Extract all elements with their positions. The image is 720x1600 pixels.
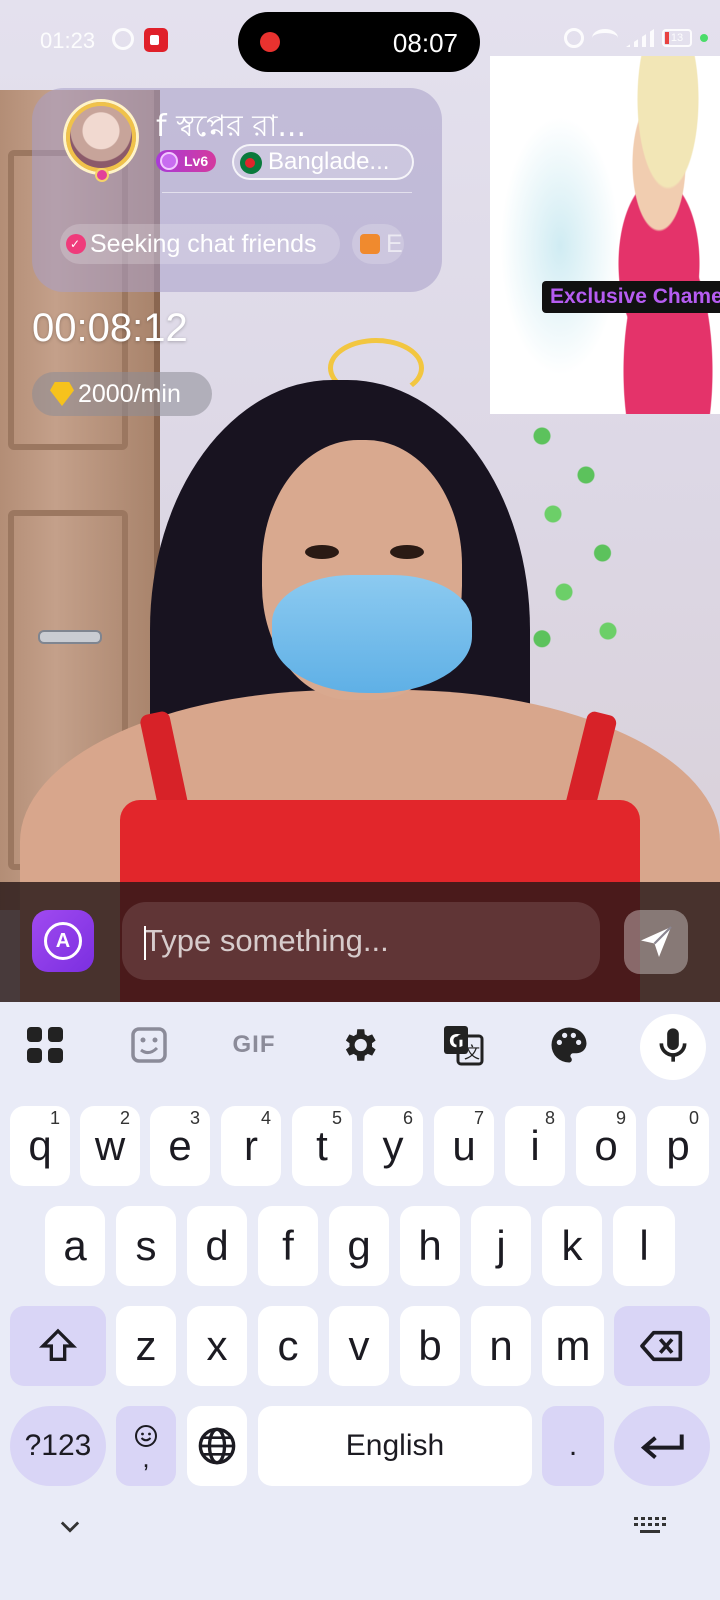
key-s[interactable]: s <box>116 1206 176 1286</box>
rate-label: 2000/min <box>78 380 181 408</box>
key-f[interactable]: f <box>258 1206 318 1286</box>
call-timer: 00:08:12 <box>32 306 188 350</box>
interest-tag: E <box>352 224 404 264</box>
space-bar[interactable]: English <box>258 1406 532 1486</box>
interest-tag-label: E <box>386 230 403 258</box>
interest-tag: Seeking chat friends <box>60 224 340 264</box>
bangladesh-flag-icon <box>240 152 262 174</box>
svg-text:文: 文 <box>464 1043 480 1062</box>
globe-icon <box>198 1427 236 1465</box>
key-i[interactable]: i8 <box>505 1106 565 1186</box>
emoji-comma-key[interactable]: , <box>116 1406 176 1486</box>
ad-illustration <box>560 56 720 414</box>
avatar[interactable] <box>66 102 136 172</box>
key-d[interactable]: d <box>187 1206 247 1286</box>
chat-input-bar: A <box>0 882 720 1002</box>
sticker-icon[interactable] <box>126 1022 172 1068</box>
enter-arrow-icon <box>640 1434 684 1459</box>
translate-a-icon: A <box>44 922 82 960</box>
key-l[interactable]: l <box>613 1206 675 1286</box>
key-g[interactable]: g <box>329 1206 389 1286</box>
backspace-key[interactable] <box>614 1306 710 1386</box>
key-z[interactable]: z <box>116 1306 176 1386</box>
settings-gear-icon[interactable] <box>336 1022 382 1068</box>
backspace-icon <box>640 1330 683 1362</box>
key-b[interactable]: b <box>400 1306 460 1386</box>
ad-overlay[interactable]: Exclusive Chame <box>490 56 720 414</box>
period-key[interactable]: . <box>542 1406 604 1486</box>
microphone-icon[interactable] <box>650 1022 696 1068</box>
enter-key[interactable] <box>614 1406 710 1486</box>
text-caret <box>144 926 146 960</box>
keyboard-nav-row <box>0 1500 720 1600</box>
card-divider <box>162 192 412 193</box>
svg-text:G: G <box>449 1031 464 1052</box>
key-c[interactable]: c <box>258 1306 318 1386</box>
level-crest-icon <box>160 152 178 170</box>
key-a[interactable]: a <box>45 1206 105 1286</box>
level-badge: Lv6 <box>156 150 217 172</box>
palette-icon[interactable] <box>546 1022 592 1068</box>
key-k[interactable]: k <box>542 1206 602 1286</box>
signal-icon <box>626 29 654 47</box>
keyboard-toolbar: GIF G文 <box>0 1002 720 1088</box>
country-badge: Banglade... <box>232 144 414 180</box>
gif-button[interactable]: GIF <box>226 1022 282 1068</box>
key-p[interactable]: p0 <box>647 1106 709 1186</box>
interest-tag-label: Seeking chat friends <box>90 230 317 258</box>
call-status-pill[interactable]: 08:07 <box>238 12 480 72</box>
send-icon <box>641 926 672 957</box>
key-q[interactable]: q1 <box>10 1106 70 1186</box>
key-t[interactable]: t5 <box>292 1106 352 1186</box>
privacy-indicator-icon <box>700 34 708 42</box>
ad-label: Exclusive Chame <box>542 281 720 313</box>
battery-icon: 13 <box>662 29 692 47</box>
threads-icon <box>112 28 134 50</box>
key-m[interactable]: m <box>542 1306 604 1386</box>
call-pill-time: 08:07 <box>392 28 458 58</box>
wifi-icon <box>592 29 618 47</box>
diamond-icon <box>50 382 74 406</box>
send-button[interactable] <box>624 910 688 974</box>
key-h[interactable]: h <box>400 1206 460 1286</box>
key-y[interactable]: y6 <box>363 1106 423 1186</box>
key-r[interactable]: r4 <box>221 1106 281 1186</box>
avatar-frame-gem-icon <box>95 168 109 182</box>
key-n[interactable]: n <box>471 1306 531 1386</box>
shift-icon <box>38 1328 78 1361</box>
alarm-icon <box>564 28 584 48</box>
comma-label: , <box>142 1443 150 1473</box>
keyboard-switch-icon[interactable] <box>632 1514 668 1543</box>
message-input[interactable] <box>122 902 600 980</box>
note-icon <box>360 234 380 254</box>
shift-key[interactable] <box>10 1306 106 1386</box>
face-mask <box>272 575 472 693</box>
auto-translate-button[interactable]: A <box>32 910 94 972</box>
heart-icon <box>66 224 86 264</box>
level-label: Lv6 <box>184 153 209 169</box>
key-v[interactable]: v <box>329 1306 389 1386</box>
country-label: Banglade... <box>268 148 390 175</box>
key-o[interactable]: o9 <box>576 1106 636 1186</box>
recording-dot-icon <box>260 32 280 52</box>
screen-record-icon <box>144 28 168 52</box>
collapse-keyboard-icon[interactable] <box>56 1512 84 1545</box>
key-x[interactable]: x <box>187 1306 247 1386</box>
apps-grid-icon[interactable] <box>22 1022 68 1068</box>
status-time: 01:23 <box>40 28 96 53</box>
key-w[interactable]: w2 <box>80 1106 140 1186</box>
key-e[interactable]: e3 <box>150 1106 210 1186</box>
rate-badge: 2000/min <box>32 372 212 416</box>
key-j[interactable]: j <box>471 1206 531 1286</box>
key-u[interactable]: u7 <box>434 1106 494 1186</box>
translate-icon[interactable]: G文 <box>440 1022 486 1068</box>
language-key[interactable] <box>187 1406 247 1486</box>
profile-card[interactable]: f স্বপ্নের রা... Lv6 Banglade... Seeking… <box>32 88 442 292</box>
symbols-key[interactable]: ?123 <box>10 1406 106 1486</box>
background-vines <box>520 410 630 670</box>
